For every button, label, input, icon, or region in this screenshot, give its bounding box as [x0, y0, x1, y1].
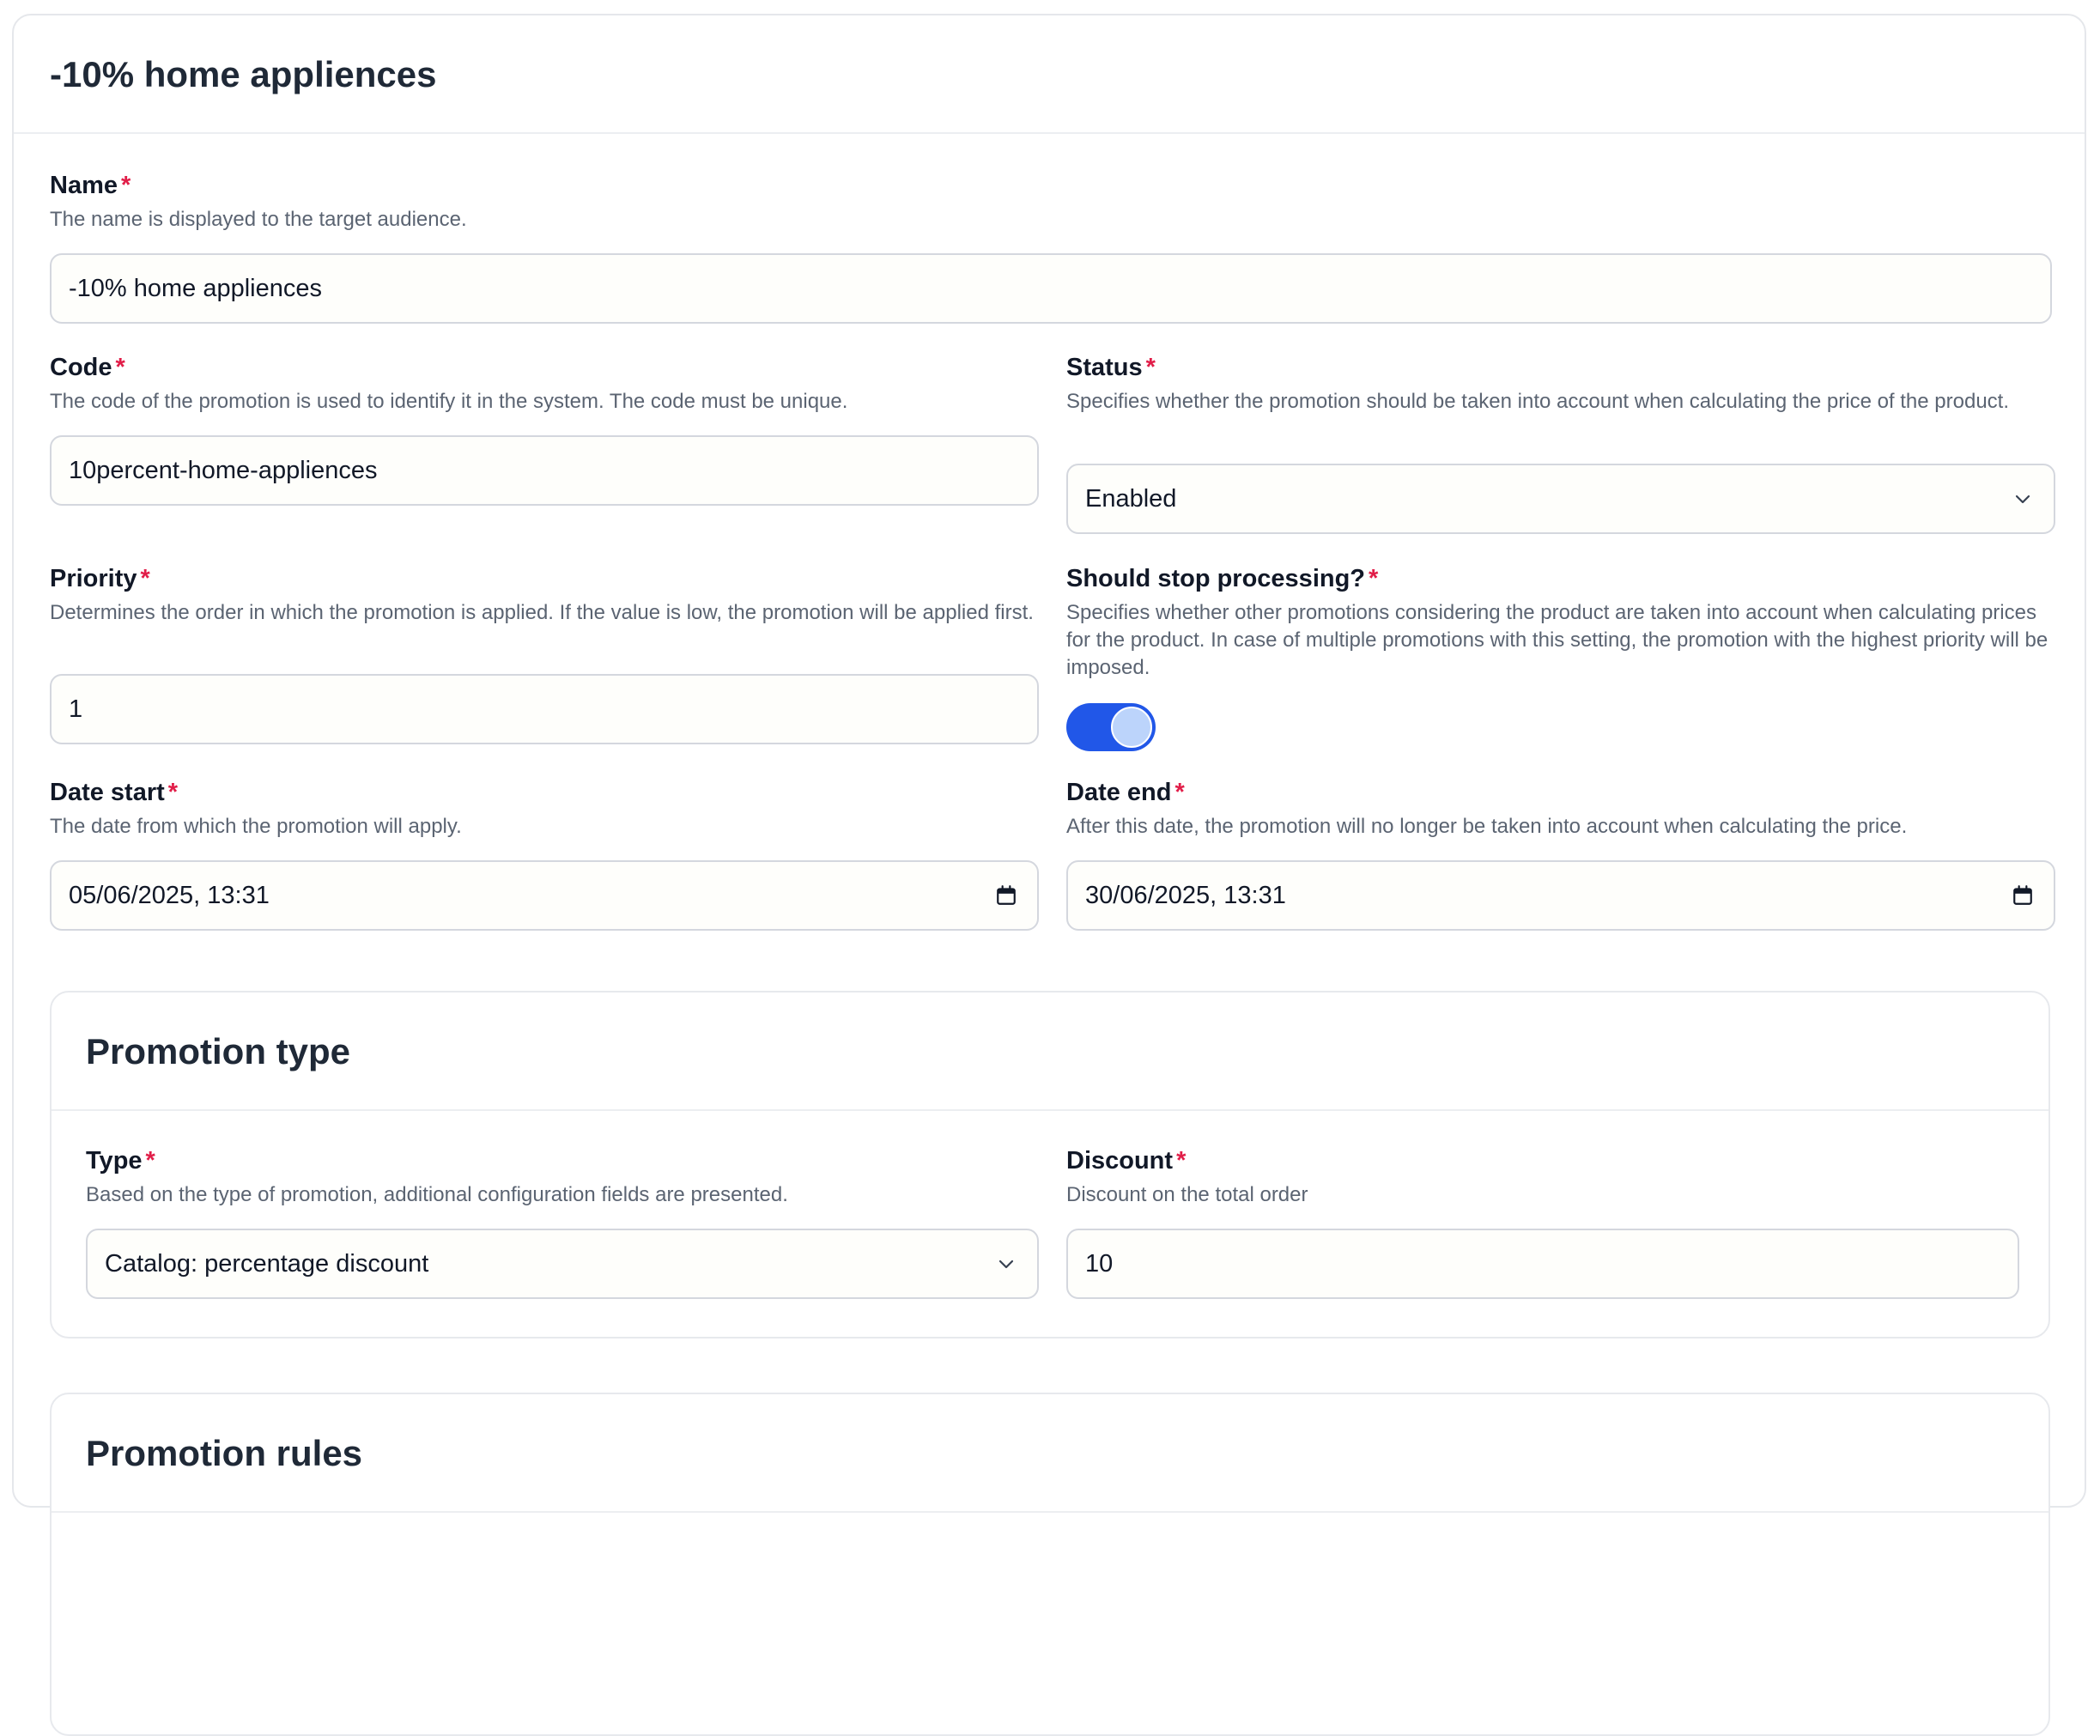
status-select-value: Enabled [1085, 484, 1177, 513]
required-marker: * [140, 565, 150, 592]
required-marker: * [1369, 565, 1379, 592]
date-start-value: 05/06/2025, 13:31 [69, 881, 270, 909]
type-field-group: Type * Based on the type of promotion, ad… [86, 1145, 1030, 1209]
discount-field-group: Discount * Discount on the total order [1066, 1145, 2011, 1209]
date-start-input[interactable]: 05/06/2025, 13:31 [50, 860, 1039, 931]
stop-processing-toggle[interactable] [1066, 703, 1156, 751]
toggle-knob [1111, 707, 1152, 748]
priority-input-value: 1 [69, 695, 83, 723]
date-end-input[interactable]: 30/06/2025, 13:31 [1066, 860, 2055, 931]
code-input-value: 10percent-home-appliences [69, 456, 378, 484]
type-label: Type * [86, 1147, 155, 1175]
type-help: Based on the type of promotion, addition… [86, 1183, 788, 1206]
priority-label: Priority * [50, 565, 150, 592]
card-header: -10% home appliences [14, 15, 2085, 134]
date-end-help: After this date, the promotion will no l… [1066, 815, 1908, 838]
discount-label: Discount * [1066, 1147, 1187, 1175]
priority-field-group: Priority * Determines the order in which … [50, 563, 1037, 627]
promotion-rules-title: Promotion rules [86, 1433, 363, 1473]
promotion-type-card: Promotion type Type * Based on the type o… [50, 991, 2050, 1338]
discount-input-value: 10 [1085, 1249, 1114, 1278]
date-start-label: Date start * [50, 779, 179, 806]
promotion-rules-header: Promotion rules [52, 1394, 2048, 1513]
calendar-icon[interactable] [2009, 882, 2036, 909]
required-marker: * [167, 779, 179, 806]
name-label: Name * [50, 172, 131, 199]
status-select[interactable]: Enabled [1066, 464, 2055, 534]
code-label: Code * [50, 354, 125, 381]
status-label: Status * [1066, 354, 1156, 381]
required-marker: * [1145, 354, 1156, 381]
promotion-edit-card: -10% home appliences Name * The name is d… [12, 14, 2086, 1736]
name-help: The name is displayed to the target audi… [50, 208, 467, 231]
name-input-value: -10% home appliences [69, 274, 323, 302]
code-field-group: Code * The code of the promotion is used … [50, 352, 1037, 416]
code-help: The code of the promotion is used to ide… [50, 390, 848, 413]
name-field-group: Name * The name is displayed to the targe… [50, 170, 2050, 234]
chevron-down-icon [992, 1250, 1020, 1278]
required-marker: * [145, 1147, 155, 1175]
stop-processing-label: Should stop processing? * [1066, 565, 1379, 592]
page-title: -10% home appliences [50, 54, 437, 94]
promotion-type-title: Promotion type [86, 1031, 351, 1071]
date-start-field-group: Date start * The date from which the prom… [50, 777, 1037, 841]
type-select[interactable]: Catalog: percentage discount [86, 1229, 1039, 1299]
stop-processing-help: Specifies whether other promotions consi… [1066, 601, 2048, 679]
status-field-group: Status * Specifies whether the promotion … [1066, 352, 2054, 416]
code-input[interactable]: 10percent-home-appliences [50, 435, 1039, 506]
stop-processing-field-group: Should stop processing? * Specifies wheth… [1066, 563, 2059, 682]
chevron-down-icon [2009, 485, 2036, 513]
status-help: Specifies whether the promotion should b… [1066, 390, 2010, 413]
date-end-value: 30/06/2025, 13:31 [1085, 881, 1286, 909]
type-select-value: Catalog: percentage discount [105, 1249, 429, 1278]
discount-input[interactable]: 10 [1066, 1229, 2019, 1299]
priority-input[interactable]: 1 [50, 674, 1039, 744]
promotion-type-header: Promotion type [52, 992, 2048, 1111]
required-marker: * [1176, 1147, 1187, 1175]
date-start-help: The date from which the promotion will a… [50, 815, 462, 838]
date-end-label: Date end * [1066, 779, 1185, 806]
required-marker: * [121, 172, 131, 199]
required-marker: * [1174, 779, 1185, 806]
date-end-field-group: Date end * After this date, the promotion… [1066, 777, 2054, 841]
promotion-rules-card: Promotion rules [50, 1393, 2050, 1736]
discount-help: Discount on the total order [1066, 1183, 1308, 1206]
name-input[interactable]: -10% home appliences [50, 253, 2052, 324]
calendar-icon[interactable] [992, 882, 1020, 909]
required-marker: * [115, 354, 125, 381]
priority-help: Determines the order in which the promot… [50, 601, 1034, 624]
